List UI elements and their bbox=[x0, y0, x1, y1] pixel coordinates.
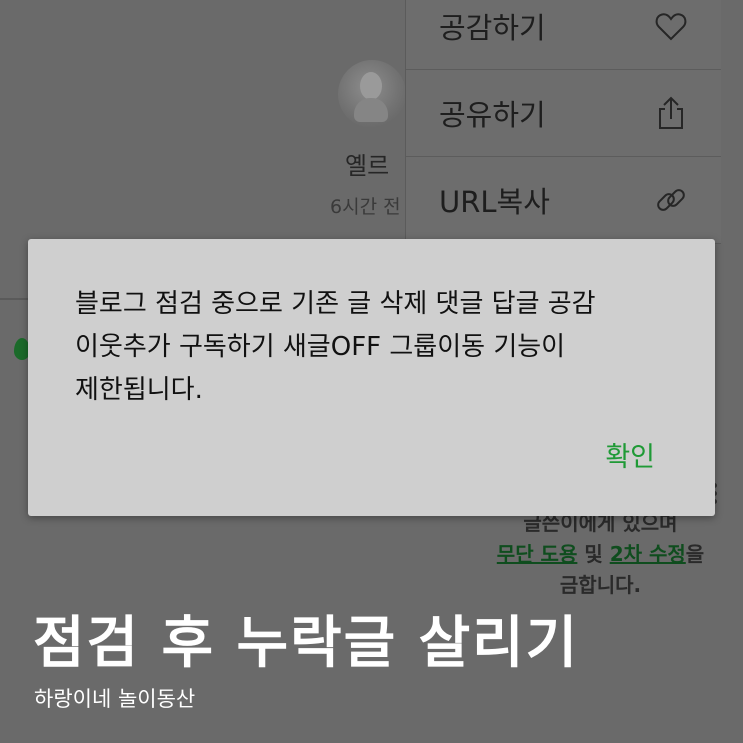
profile-name[interactable]: 옐르 bbox=[345, 146, 389, 181]
menu-item-label: URL복사 bbox=[439, 185, 550, 219]
avatar-body bbox=[354, 98, 388, 122]
share-icon bbox=[659, 96, 683, 129]
menu-item-copy-url[interactable]: URL복사 bbox=[406, 157, 721, 244]
notice-secondary-edit: 2차 수정 bbox=[609, 542, 686, 566]
notice-suffix: 을 bbox=[685, 542, 705, 566]
confirm-button[interactable]: 확인 bbox=[605, 435, 655, 474]
notice-and: 및 bbox=[577, 542, 610, 566]
avatar[interactable] bbox=[338, 60, 406, 128]
alert-dialog: 블로그 점검 중으로 기존 글 삭제 댓글 답글 공감 이웃추가 구독하기 새글… bbox=[28, 239, 715, 516]
link-icon bbox=[657, 189, 685, 211]
heart-icon bbox=[655, 13, 687, 41]
avatar-face bbox=[360, 72, 382, 100]
caption-title: 점검 후 누락글 살리기 bbox=[33, 610, 580, 676]
menu-item-share[interactable]: 공유하기 bbox=[406, 70, 721, 157]
caption-subtitle: 하랑이네 놀이동산 bbox=[34, 687, 196, 711]
copyright-notice: 글쓴이에게 있으며 무단 도용 및 2차 수정을 금합니다. bbox=[478, 508, 723, 601]
post-time: 6시간 전 bbox=[330, 196, 401, 218]
notice-line: 금합니다. bbox=[559, 573, 642, 597]
context-menu: 공감하기 공유하기 URL복사 bbox=[405, 0, 721, 244]
menu-item-like[interactable]: 공감하기 bbox=[406, 0, 721, 70]
divider bbox=[0, 298, 28, 300]
menu-item-label: 공감하기 bbox=[439, 11, 546, 45]
dialog-message: 블로그 점검 중으로 기존 글 삭제 댓글 답글 공감 이웃추가 구독하기 새글… bbox=[75, 289, 596, 405]
notice-unauthorized-use: 무단 도용 bbox=[496, 542, 578, 566]
menu-item-label: 공유하기 bbox=[439, 98, 546, 132]
notice-line: 무단 도용 및 2차 수정을 bbox=[478, 539, 723, 570]
